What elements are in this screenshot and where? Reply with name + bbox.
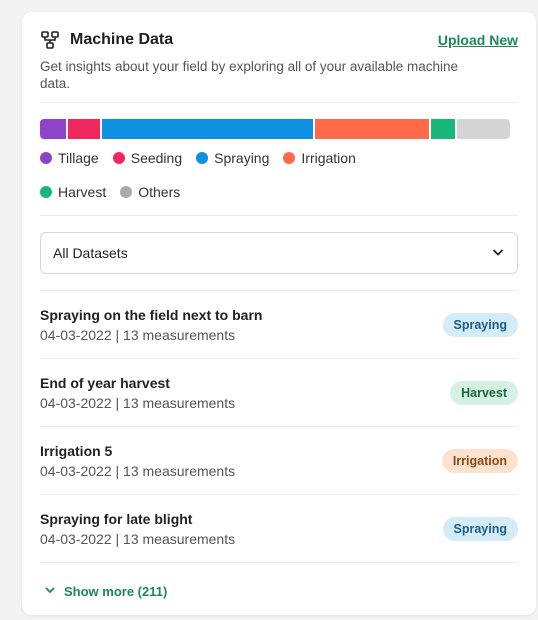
legend-label: Tillage	[58, 150, 99, 166]
dataset-filter-value: All Datasets	[53, 245, 128, 261]
show-more-button[interactable]: Show more (211)	[40, 562, 518, 620]
legend-item-seeding: Seeding	[112, 149, 183, 167]
list-item[interactable]: Spraying for late blight 04-03-2022 | 13 …	[40, 494, 518, 562]
distribution-segment-seeding	[68, 119, 101, 139]
machine-data-card: Machine Data Upload New Get insights abo…	[22, 12, 536, 615]
dataset-title: Spraying on the field next to barn	[40, 306, 263, 323]
list-item-text: End of year harvest 04-03-2022 | 13 measu…	[40, 375, 235, 411]
card-header: Machine Data Upload New	[40, 30, 518, 50]
legend-dot	[112, 152, 125, 164]
dataset-date: 04-03-2022	[40, 394, 112, 411]
legend-item-irrigation: Irrigation	[283, 149, 356, 167]
distribution-bar	[40, 119, 518, 139]
list-item[interactable]: End of year harvest 04-03-2022 | 13 measu…	[40, 358, 518, 426]
dataset-date: 04-03-2022	[40, 326, 112, 343]
legend-item-others: Others	[120, 183, 180, 201]
dataset-type-badge: Harvest	[450, 380, 518, 405]
legend-item-harvest: Harvest	[40, 183, 106, 201]
show-more-label: Show more (211)	[64, 584, 168, 599]
list-item-text: Spraying for late blight 04-03-2022 | 13 …	[40, 511, 235, 547]
legend-dot	[196, 152, 209, 164]
distribution-segment-spraying	[102, 119, 313, 139]
dataset-list: Spraying on the field next to barn 04-03-…	[40, 290, 518, 562]
legend-label: Seeding	[130, 150, 183, 166]
title-wrap: Machine Data	[40, 30, 173, 50]
distribution-segment-tillage	[40, 119, 67, 139]
distribution-legend: Tillage Seeding Spraying Irrigation Harvest O…	[40, 149, 460, 201]
dataset-measurements: 13 measurements	[123, 530, 236, 547]
upload-new-link[interactable]: Upload New	[438, 32, 518, 48]
legend-label: Others	[138, 184, 181, 200]
dataset-measurements: 13 measurements	[123, 326, 236, 343]
legend-label: Irrigation	[301, 150, 356, 166]
list-item[interactable]: Irrigation 5 04-03-2022 | 13 measurements…	[40, 426, 518, 494]
dataset-meta: 04-03-2022 | 13 measurements	[40, 530, 236, 547]
dataset-title: End of year harvest	[40, 374, 170, 391]
legend-item-spraying: Spraying	[196, 149, 269, 167]
dataset-meta: 04-03-2022 | 13 measurements	[40, 462, 236, 479]
divider	[40, 215, 518, 216]
list-item-text: Spraying on the field next to barn 04-03-…	[40, 307, 262, 343]
dataset-type-badge: Spraying	[442, 312, 518, 337]
dataset-title: Spraying for late blight	[40, 510, 193, 527]
distribution-segment-harvest	[431, 119, 455, 139]
dataset-type-badge: Irrigation	[441, 448, 518, 473]
legend-label: Harvest	[58, 184, 107, 200]
card-description: Get insights about your field by explori…	[40, 59, 458, 91]
dataset-measurements: 13 measurements	[123, 394, 236, 411]
legend-dot	[120, 186, 133, 198]
distribution-segment-others	[456, 119, 511, 139]
dataset-title: Irrigation 5	[40, 442, 113, 459]
legend-dot	[40, 186, 52, 198]
dataset-icon	[40, 30, 60, 50]
page-title: Machine Data	[70, 31, 174, 48]
legend-item-tillage: Tillage	[40, 149, 99, 167]
dataset-meta: 04-03-2022 | 13 measurements	[40, 394, 236, 411]
dataset-filter-select[interactable]: All Datasets	[40, 232, 518, 274]
divider	[40, 102, 518, 103]
dataset-type-badge: Spraying	[442, 516, 518, 541]
dataset-date: 04-03-2022	[40, 530, 112, 547]
dataset-measurements: 13 measurements	[123, 462, 236, 479]
legend-dot	[283, 152, 296, 164]
legend-label: Spraying	[214, 150, 270, 166]
list-item-text: Irrigation 5 04-03-2022 | 13 measurements	[40, 443, 235, 479]
list-item[interactable]: Spraying on the field next to barn 04-03-…	[40, 290, 518, 358]
dataset-meta: 04-03-2022 | 13 measurements	[40, 326, 236, 343]
chevron-down-icon	[44, 584, 56, 599]
chevron-down-icon	[491, 245, 505, 262]
legend-dot	[40, 152, 52, 164]
dataset-date: 04-03-2022	[40, 462, 112, 479]
distribution-segment-irrigation	[314, 119, 430, 139]
